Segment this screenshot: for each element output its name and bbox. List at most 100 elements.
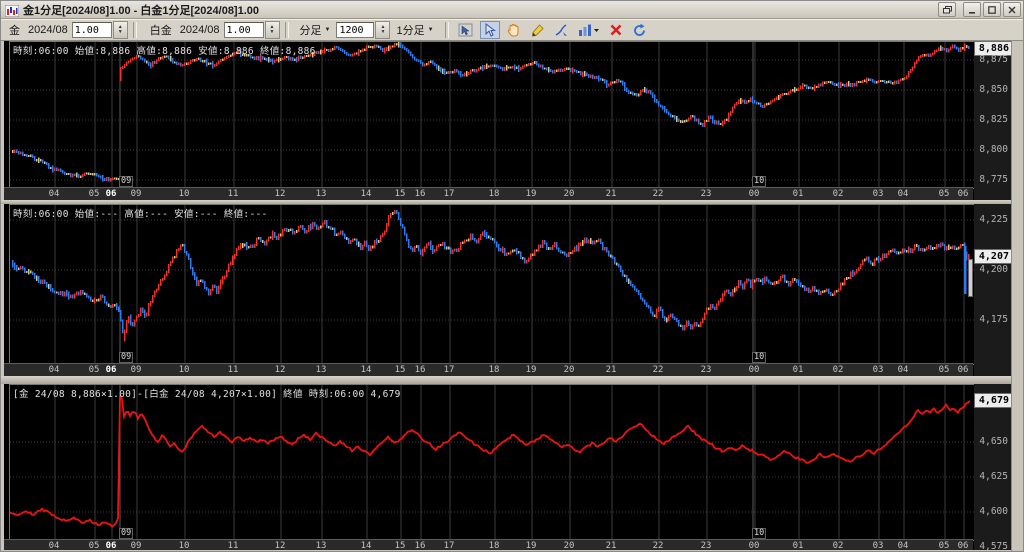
candle-bar [566, 254, 568, 258]
candle-bar [382, 233, 384, 237]
candle-bar [582, 71, 584, 77]
candle-bar [512, 66, 514, 69]
pencil-draw-tool-button[interactable] [528, 21, 548, 39]
refresh-button[interactable] [630, 21, 650, 39]
candle-bar [916, 244, 918, 247]
candle-bar [362, 49, 364, 53]
candle-bar [880, 80, 882, 82]
time-axis-label: 14 [356, 189, 376, 200]
candle-bar [758, 103, 760, 105]
candle-bar [396, 210, 398, 214]
candle-bar [174, 256, 176, 259]
candle-bar [38, 158, 40, 163]
gold-ratio-spinner[interactable]: ▲▼ [113, 21, 128, 39]
minimize-button[interactable] [963, 2, 981, 17]
price-axis-scroll-thumb[interactable] [968, 259, 973, 297]
candle-bar [20, 266, 22, 269]
candle-bar [520, 252, 522, 259]
candle-bar [304, 55, 306, 59]
candle-bar [206, 287, 208, 290]
candle-bar [926, 53, 928, 56]
bar-count-spinner[interactable]: ▲▼ [375, 21, 390, 39]
candle-bar [554, 70, 556, 74]
candle-bar [782, 93, 784, 96]
candle-bar [654, 95, 656, 103]
cascade-windows-button[interactable] [938, 2, 956, 17]
candle-bar [534, 250, 536, 257]
candle-bar [262, 240, 264, 243]
candle-bar [76, 173, 78, 178]
candle-bar [570, 68, 572, 72]
candle-bar [302, 225, 304, 230]
candle-bar [872, 263, 874, 266]
candle-bar [18, 151, 20, 154]
candle-bar [408, 239, 410, 248]
candle-bar [30, 155, 32, 158]
candle-bar [660, 306, 662, 311]
candle-bar [642, 89, 644, 92]
platinum-ratio-input[interactable] [224, 22, 264, 38]
candle-bar [514, 64, 516, 70]
gold-chart-plot[interactable]: 時刻:06:00 始値:8,886 高値:8,886 安値:8,886 終値:8… [9, 41, 975, 189]
candle-bar [950, 47, 952, 51]
candle-bar [820, 83, 822, 86]
candle-bar [790, 89, 792, 93]
spread-chart-plot[interactable]: [金 24/08 8,886×1.00]-[白金 24/08 4,207×1.0… [9, 384, 975, 541]
candle-bar [236, 248, 238, 256]
candle-bar [232, 53, 234, 56]
maximize-button[interactable] [983, 2, 1001, 17]
time-axis-label: 23 [696, 189, 716, 200]
candle-bar [418, 245, 420, 251]
candle-bar [226, 270, 228, 277]
gold-contract-month[interactable]: 2024/08 [28, 24, 68, 36]
interval-type-dropdown[interactable]: 分足▼ [297, 21, 334, 39]
candle-bar [904, 77, 906, 80]
chart-type-dropdown-button[interactable] [576, 21, 602, 39]
candle-bar [230, 261, 232, 265]
candle-bar [954, 245, 956, 249]
platinum-ratio-spinner[interactable]: ▲▼ [265, 21, 280, 39]
candle-bar [852, 83, 854, 87]
candle-bar [924, 54, 926, 56]
candle-bar [814, 286, 816, 292]
candle-bar [642, 297, 644, 301]
candle-bar [556, 242, 558, 250]
candle-bar [462, 74, 464, 77]
hand-pan-tool-button[interactable] [504, 21, 524, 39]
candle-bar [280, 233, 282, 236]
candle-bar [684, 325, 686, 330]
trendline-tool-button[interactable] [552, 21, 572, 39]
candle-bar [266, 240, 268, 246]
candle-bar [470, 70, 472, 74]
chart-cursor-tool-button[interactable] [456, 21, 476, 39]
candle-bar [272, 231, 274, 240]
candle-bar [540, 244, 542, 248]
candle-bar [904, 249, 906, 253]
close-button[interactable] [1003, 2, 1021, 17]
candle-bar [190, 258, 192, 269]
candle-bar [638, 290, 640, 295]
candle-bar [142, 57, 144, 60]
candle-bar [240, 243, 242, 249]
time-axis-label: 20 [559, 189, 579, 200]
day-label: 10 [752, 352, 766, 363]
vertical-scrollbar-track[interactable] [1011, 41, 1024, 552]
candle-bar [116, 303, 118, 310]
panel-splitter[interactable] [1, 376, 1011, 384]
candle-bar [46, 282, 48, 287]
candle-bar [906, 75, 908, 79]
time-axis-label: 00 [744, 365, 764, 376]
platinum-contract-month[interactable]: 2024/08 [180, 24, 220, 36]
candle-bar [302, 56, 304, 58]
platinum-chart-plot[interactable]: 時刻:06:00 始値:--- 高値:--- 安値:--- 終値:--- 091… [9, 204, 975, 365]
bar-count-input[interactable] [336, 22, 374, 38]
candle-bar [940, 46, 942, 51]
candle-bar [876, 81, 878, 84]
time-axis-label: 02 [828, 365, 848, 376]
candle-bar [34, 273, 36, 279]
gold-ratio-input[interactable] [72, 22, 112, 38]
delete-drawing-button[interactable] [606, 21, 626, 39]
interval-dropdown[interactable]: 1分足▼ [393, 21, 436, 39]
select-tool-button[interactable] [480, 21, 500, 39]
candle-bar [358, 241, 360, 247]
